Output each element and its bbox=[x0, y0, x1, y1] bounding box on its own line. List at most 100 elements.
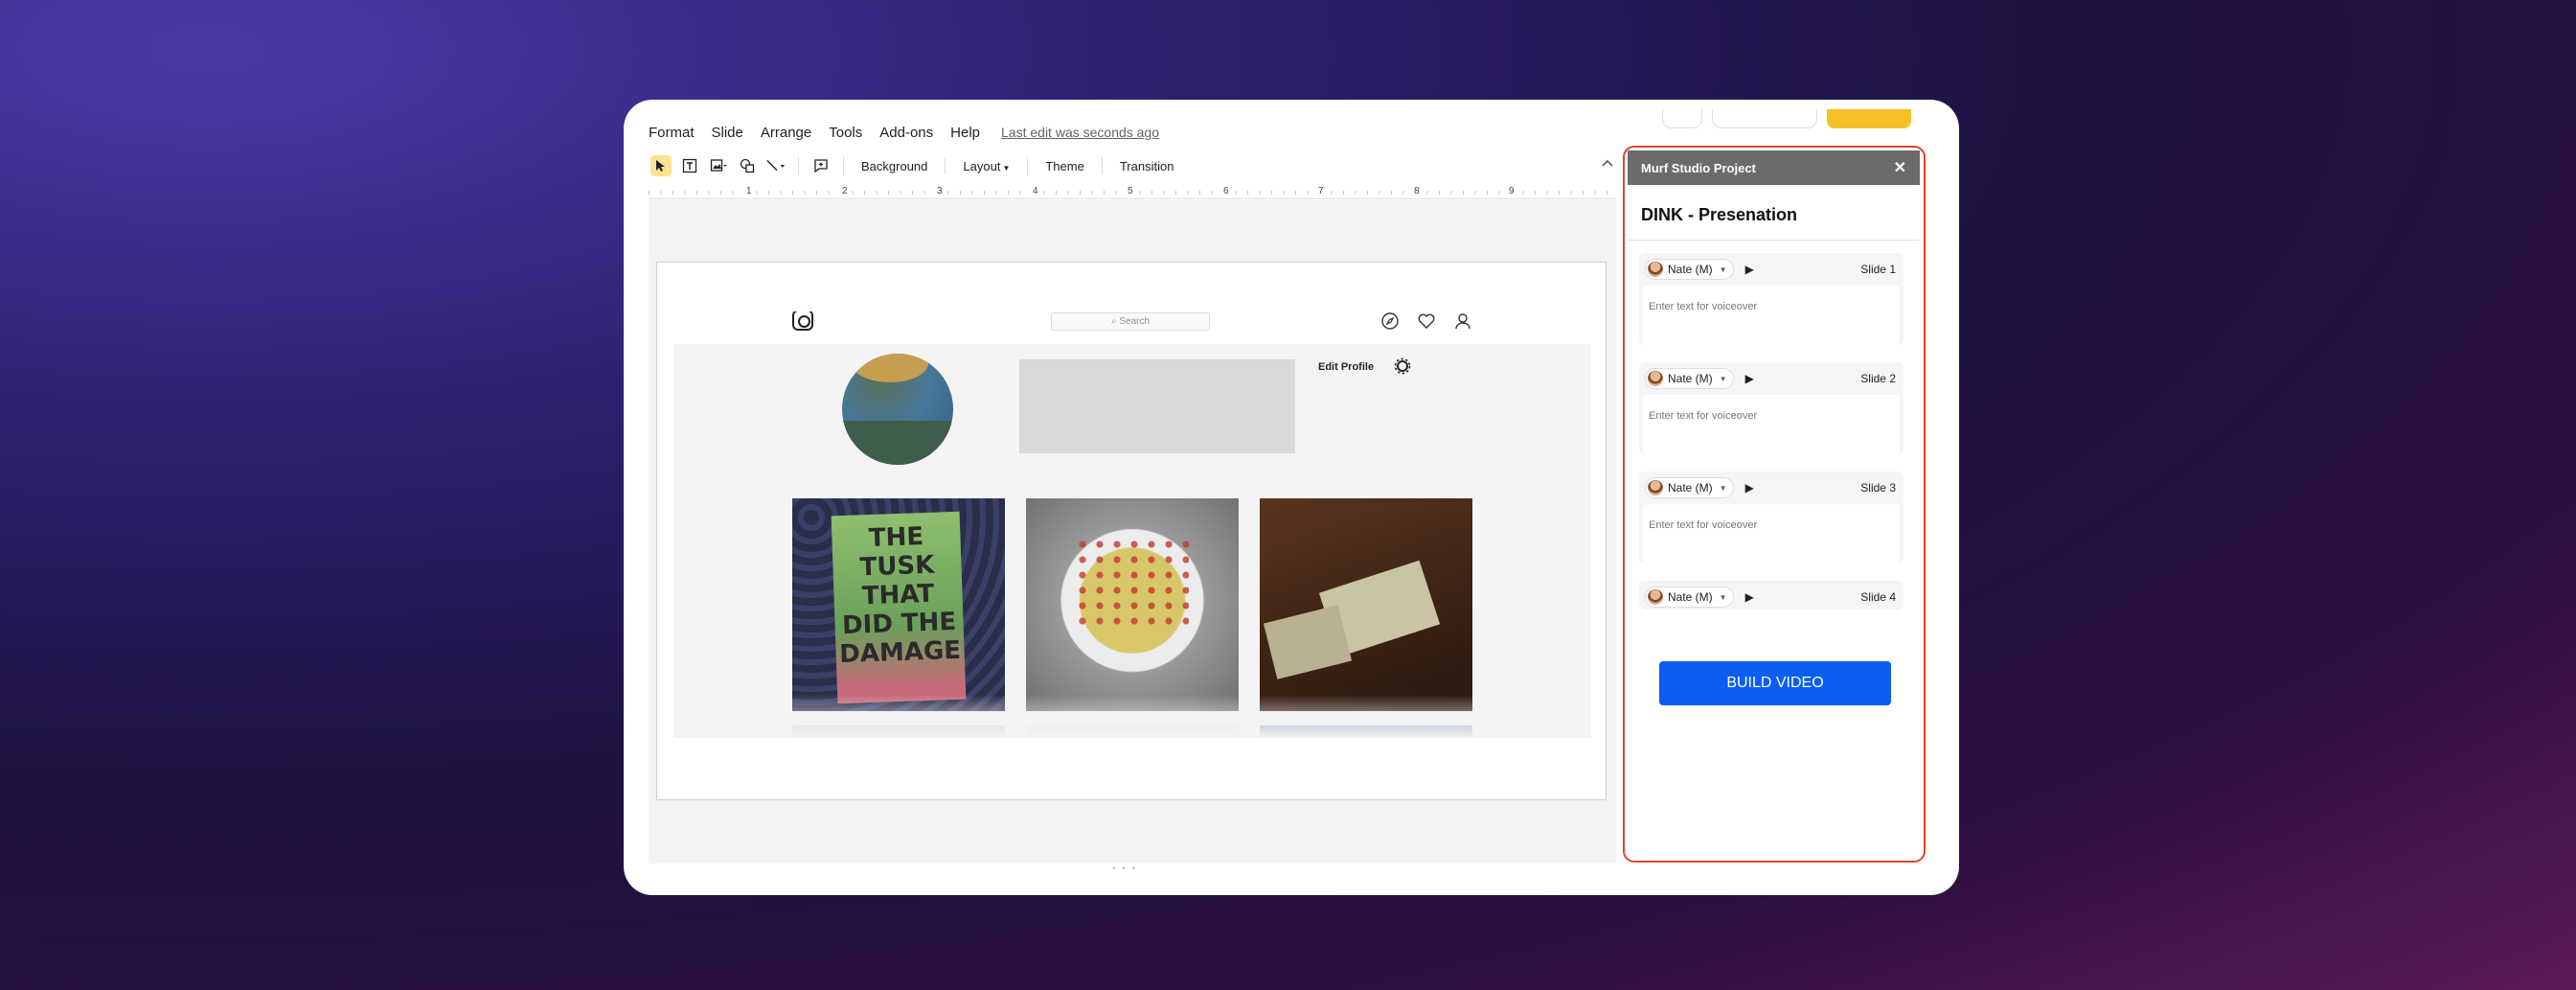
chevron-down-icon: ▼ bbox=[1719, 265, 1727, 274]
voice-name: Nate (M) bbox=[1668, 263, 1713, 276]
game-board bbox=[1263, 605, 1353, 679]
instagram-header: ⌕ Search bbox=[673, 311, 1591, 344]
profile-avatar bbox=[842, 354, 953, 465]
voice-selector[interactable]: Nate (M) ▼ bbox=[1645, 587, 1734, 608]
slide-card: Nate (M) ▼ ▶ Slide 2 Enter text for voice… bbox=[1639, 362, 1904, 454]
speaker-notes-drag-handle[interactable]: • • • bbox=[1112, 863, 1137, 874]
layout-button[interactable]: Layout ▼ bbox=[957, 159, 1015, 173]
panel-header: Murf Studio Project ✕ bbox=[1628, 150, 1920, 185]
voiceover-input[interactable]: Enter text for voiceover bbox=[1643, 504, 1900, 564]
theme-button[interactable]: Theme bbox=[1039, 159, 1089, 173]
murf-sidebar-panel: Murf Studio Project ✕ DINK - Presenation… bbox=[1623, 146, 1926, 863]
menu-tools[interactable]: Tools bbox=[829, 125, 862, 141]
voiceover-input[interactable]: Enter text for voiceover bbox=[1643, 395, 1900, 454]
photo-book: THE TUSK THAT DID THE DAMAGE bbox=[792, 498, 1005, 711]
horizontal-ruler: 1 2 3 4 5 6 7 8 9 bbox=[649, 186, 1616, 199]
slide-label: Slide 2 bbox=[1860, 372, 1896, 385]
toolbar-divider bbox=[843, 157, 844, 174]
ruler-number: 1 bbox=[744, 186, 754, 196]
image-icon[interactable] bbox=[708, 155, 729, 176]
share-button[interactable] bbox=[1827, 109, 1911, 128]
voice-avatar bbox=[1648, 262, 1663, 277]
panel-title: Murf Studio Project bbox=[1641, 160, 1756, 175]
ruler-number: 9 bbox=[1507, 186, 1516, 196]
toolbar-divider bbox=[1027, 157, 1029, 174]
menu-add-ons[interactable]: Add-ons bbox=[879, 125, 933, 141]
ruler-number: 5 bbox=[1126, 186, 1135, 196]
menu-format[interactable]: Format bbox=[649, 125, 695, 141]
menu-help[interactable]: Help bbox=[950, 125, 980, 141]
app-window: Format Slide Arrange Tools Add-ons Help … bbox=[624, 100, 1959, 895]
instagram-screenshot: ⌕ Search Edit Profile THE TUSK THAT DID … bbox=[673, 311, 1591, 738]
build-video-button[interactable]: BUILD VIDEO bbox=[1659, 661, 1891, 705]
line-icon[interactable] bbox=[765, 155, 786, 176]
voiceover-input[interactable]: Enter text for voiceover bbox=[1643, 286, 1900, 345]
slide-label: Slide 4 bbox=[1860, 590, 1896, 604]
voice-name: Nate (M) bbox=[1668, 372, 1713, 385]
slide-label: Slide 3 bbox=[1860, 481, 1896, 495]
menu-bar: Format Slide Arrange Tools Add-ons Help … bbox=[649, 121, 1159, 144]
instagram-nav-icons bbox=[1380, 311, 1472, 331]
book-title-text: THE TUSK THAT DID THE DAMAGE bbox=[838, 522, 962, 670]
ruler-number: 8 bbox=[1412, 186, 1422, 196]
comment-icon[interactable] bbox=[810, 155, 832, 176]
voice-name: Nate (M) bbox=[1668, 590, 1713, 604]
ruler-number: 4 bbox=[1031, 186, 1040, 196]
toolbar: Background Layout ▼ Theme Transition bbox=[650, 151, 1614, 180]
play-icon[interactable]: ▶ bbox=[1745, 372, 1754, 385]
divider bbox=[1628, 240, 1920, 241]
voice-selector[interactable]: Nate (M) ▼ bbox=[1645, 477, 1734, 498]
fade-overlay bbox=[673, 695, 1591, 738]
present-button[interactable] bbox=[1712, 109, 1817, 128]
toolbar-divider bbox=[798, 157, 799, 174]
slide-card-header: Nate (M) ▼ ▶ Slide 2 bbox=[1639, 362, 1904, 395]
gear-icon bbox=[1394, 357, 1411, 375]
close-icon[interactable]: ✕ bbox=[1894, 158, 1906, 177]
shape-icon[interactable] bbox=[737, 155, 758, 176]
photo-food-bowl bbox=[1026, 498, 1239, 711]
food-garnish bbox=[1074, 537, 1189, 633]
voice-avatar bbox=[1648, 371, 1663, 386]
slide-card-header: Nate (M) ▼ ▶ Slide 1 bbox=[1639, 253, 1904, 286]
menu-arrange[interactable]: Arrange bbox=[761, 125, 811, 141]
user-icon bbox=[1453, 311, 1472, 331]
toolbar-divider bbox=[1101, 157, 1103, 174]
heart-icon bbox=[1417, 311, 1436, 331]
chevron-down-icon: ▼ bbox=[1002, 163, 1011, 173]
slide[interactable]: ⌕ Search Edit Profile THE TUSK THAT DID … bbox=[656, 262, 1607, 800]
text-box-icon[interactable] bbox=[679, 155, 700, 176]
layout-label: Layout bbox=[963, 158, 1001, 173]
book-cover: THE TUSK THAT DID THE DAMAGE bbox=[831, 511, 967, 704]
slide-card: Nate (M) ▼ ▶ Slide 4 bbox=[1639, 581, 1904, 610]
voice-avatar bbox=[1648, 589, 1663, 605]
chevron-down-icon: ▼ bbox=[1719, 592, 1727, 602]
collapse-toolbar-icon[interactable] bbox=[1601, 155, 1614, 171]
slide-label: Slide 1 bbox=[1860, 263, 1896, 276]
voice-name: Nate (M) bbox=[1668, 481, 1713, 495]
profile-bio-placeholder bbox=[1019, 359, 1295, 453]
voice-selector[interactable]: Nate (M) ▼ bbox=[1645, 368, 1734, 389]
ruler-number: 6 bbox=[1221, 186, 1231, 196]
top-right-controls bbox=[1662, 109, 1911, 128]
project-title: DINK - Presenation bbox=[1641, 205, 1798, 224]
voice-avatar bbox=[1648, 480, 1663, 495]
instagram-logo-icon bbox=[792, 311, 813, 331]
slide-canvas-area: ⌕ Search Edit Profile THE TUSK THAT DID … bbox=[649, 200, 1616, 863]
play-icon[interactable]: ▶ bbox=[1745, 263, 1754, 276]
menu-slide[interactable]: Slide bbox=[712, 125, 743, 141]
slide-card: Nate (M) ▼ ▶ Slide 3 Enter text for voice… bbox=[1639, 472, 1904, 564]
slide-card: Nate (M) ▼ ▶ Slide 1 Enter text for voice… bbox=[1639, 253, 1904, 345]
photo-board-game bbox=[1260, 498, 1472, 711]
comments-button[interactable] bbox=[1662, 109, 1702, 128]
last-edit-link[interactable]: Last edit was seconds ago bbox=[1001, 125, 1159, 140]
background-button[interactable]: Background bbox=[855, 159, 933, 173]
ruler-number: 3 bbox=[935, 186, 945, 196]
play-icon[interactable]: ▶ bbox=[1745, 481, 1754, 495]
instagram-search-placeholder: Search bbox=[1119, 316, 1151, 327]
play-icon[interactable]: ▶ bbox=[1745, 590, 1754, 604]
slide-card-header: Nate (M) ▼ ▶ Slide 3 bbox=[1639, 472, 1904, 504]
chevron-down-icon: ▼ bbox=[1719, 483, 1727, 493]
transition-button[interactable]: Transition bbox=[1114, 159, 1180, 173]
voice-selector[interactable]: Nate (M) ▼ bbox=[1645, 259, 1734, 280]
select-tool-icon[interactable] bbox=[650, 155, 672, 176]
